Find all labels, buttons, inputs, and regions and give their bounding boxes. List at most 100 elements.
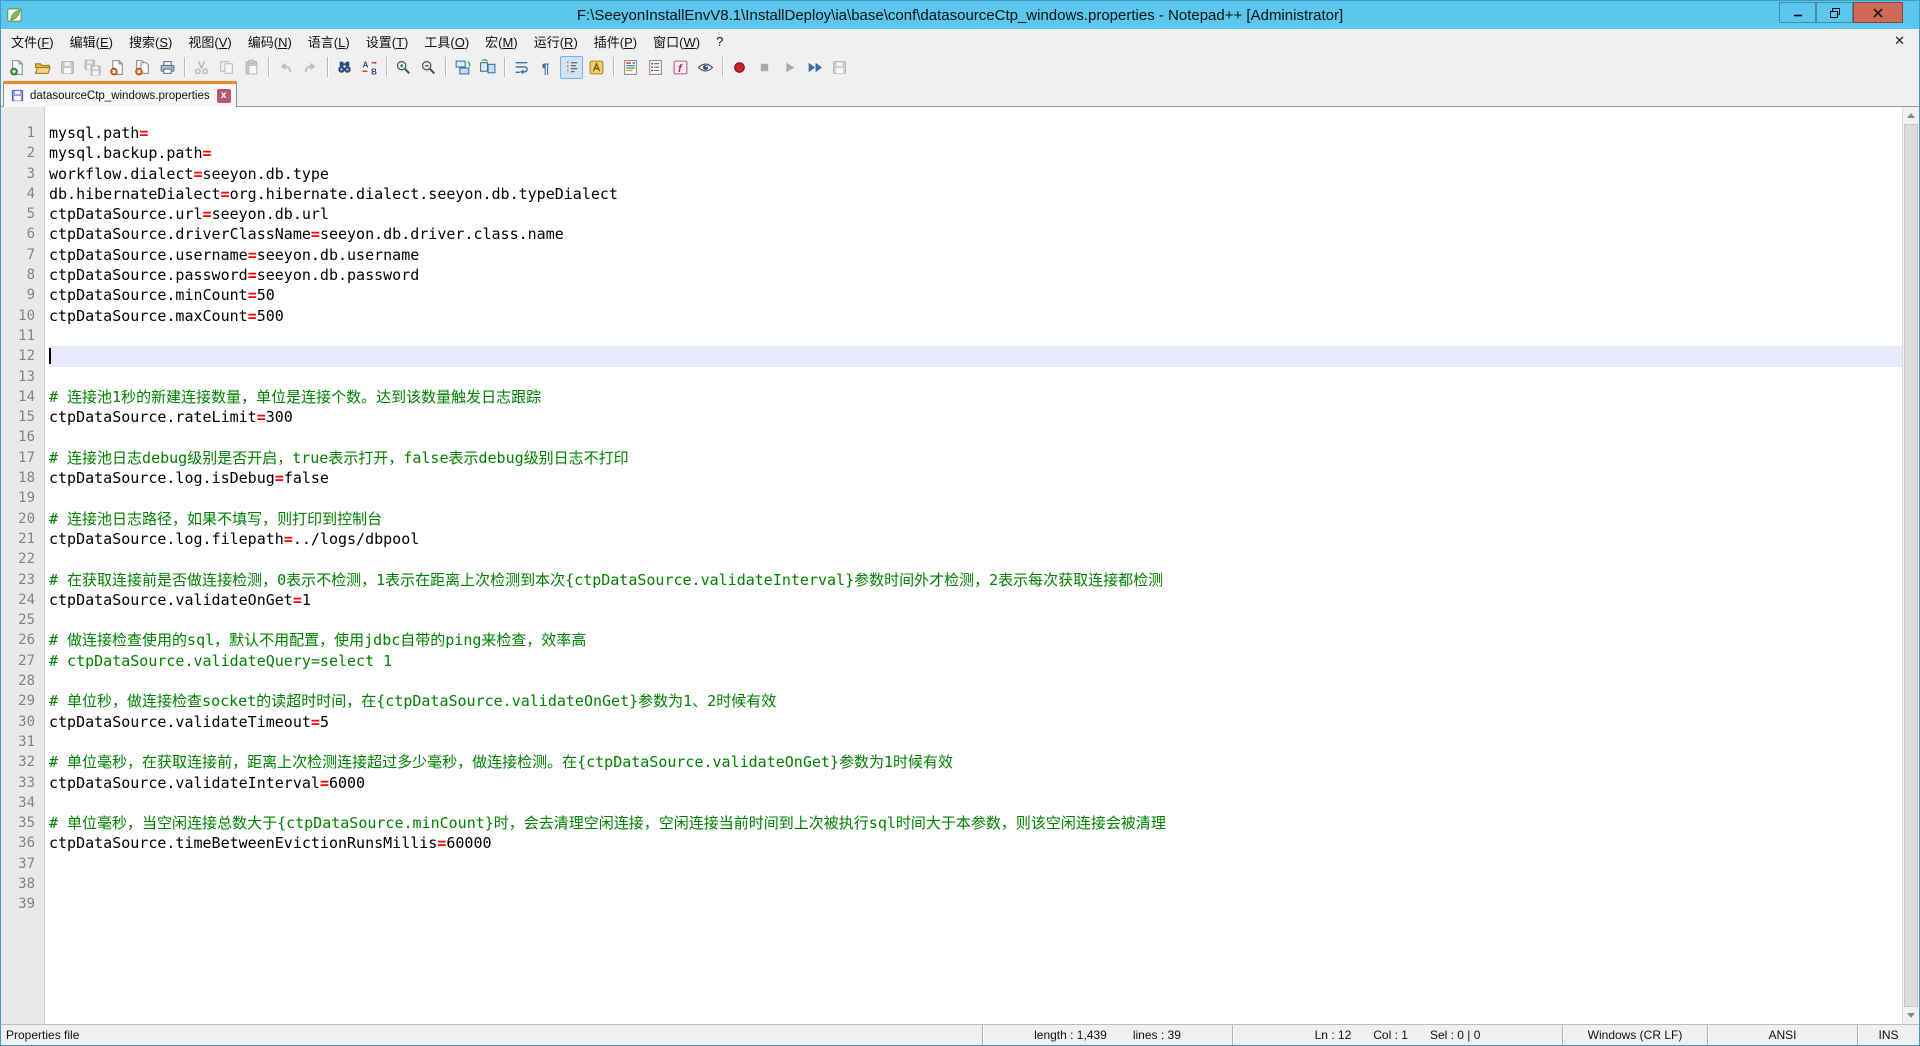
code-line-9[interactable]: ctpDataSource.minCount=50 — [49, 285, 1919, 305]
line-number-17[interactable]: 17 — [1, 448, 44, 468]
line-number-21[interactable]: 21 — [1, 529, 44, 549]
code-line-4[interactable]: db.hibernateDialect=org.hibernate.dialec… — [49, 184, 1919, 204]
line-number-29[interactable]: 29 — [1, 691, 44, 711]
code-line-12[interactable] — [49, 346, 1919, 366]
replace-button[interactable]: AB — [358, 56, 381, 79]
line-number-14[interactable]: 14 — [1, 387, 44, 407]
line-number-9[interactable]: 9 — [1, 285, 44, 305]
code-line-5[interactable]: ctpDataSource.url=seeyon.db.url — [49, 204, 1919, 224]
line-number-19[interactable]: 19 — [1, 488, 44, 508]
code-line-18[interactable]: ctpDataSource.log.isDebug=false — [49, 468, 1919, 488]
close-file-button[interactable] — [106, 56, 129, 79]
code-line-10[interactable]: ctpDataSource.maxCount=500 — [49, 306, 1919, 326]
macro-run-multiple-button[interactable] — [803, 56, 826, 79]
line-number-2[interactable]: 2 — [1, 143, 44, 163]
menu-item-macro[interactable]: 宏(M) — [477, 29, 526, 54]
line-number-36[interactable]: 36 — [1, 833, 44, 853]
menu-item-settings[interactable]: 设置(T) — [358, 29, 417, 54]
vertical-scrollbar[interactable] — [1902, 107, 1919, 1024]
sync-horizontal-scroll-button[interactable] — [476, 56, 499, 79]
line-number-37[interactable]: 37 — [1, 854, 44, 874]
code-line-2[interactable]: mysql.backup.path= — [49, 143, 1919, 163]
line-number-4[interactable]: 4 — [1, 184, 44, 204]
line-number-28[interactable]: 28 — [1, 671, 44, 691]
line-number-38[interactable]: 38 — [1, 874, 44, 894]
macro-record-button[interactable] — [728, 56, 751, 79]
line-number-35[interactable]: 35 — [1, 813, 44, 833]
line-number-27[interactable]: 27 — [1, 651, 44, 671]
code-line-23[interactable]: # 在获取连接前是否做连接检测，0表示不检测，1表示在距离上次检测到本次{ctp… — [49, 570, 1919, 590]
new-file-button[interactable] — [6, 56, 29, 79]
line-number-26[interactable]: 26 — [1, 630, 44, 650]
line-number-24[interactable]: 24 — [1, 590, 44, 610]
line-number-5[interactable]: 5 — [1, 204, 44, 224]
line-number-13[interactable]: 13 — [1, 367, 44, 387]
word-wrap-button[interactable] — [510, 56, 533, 79]
show-indent-guide-button[interactable] — [560, 56, 583, 79]
close-button[interactable] — [1853, 2, 1903, 23]
line-number-1[interactable]: 1 — [1, 123, 44, 143]
code-line-21[interactable]: ctpDataSource.log.filepath=../logs/dbpoo… — [49, 529, 1919, 549]
code-line-6[interactable]: ctpDataSource.driverClassName=seeyon.db.… — [49, 224, 1919, 244]
scroll-down-arrow-icon[interactable] — [1907, 1013, 1915, 1018]
line-number-3[interactable]: 3 — [1, 164, 44, 184]
code-area[interactable]: mysql.path=mysql.backup.path=workflow.di… — [45, 107, 1919, 1024]
menu-item-view[interactable]: 视图(V) — [180, 29, 239, 54]
scrollbar-thumb[interactable] — [1904, 124, 1918, 1007]
status-eol-format[interactable]: Windows (CR LF) — [1562, 1025, 1707, 1045]
code-line-31[interactable] — [49, 732, 1919, 752]
code-line-34[interactable] — [49, 793, 1919, 813]
code-line-33[interactable]: ctpDataSource.validateInterval=6000 — [49, 773, 1919, 793]
code-line-26[interactable]: # 做连接检查使用的sql，默认不用配置，使用jdbc自带的ping来检查，效率… — [49, 630, 1919, 650]
code-line-38[interactable] — [49, 874, 1919, 894]
code-line-19[interactable] — [49, 488, 1919, 508]
line-number-25[interactable]: 25 — [1, 610, 44, 630]
line-number-16[interactable]: 16 — [1, 427, 44, 447]
code-line-29[interactable]: # 单位秒，做连接检查socket的读超时时间，在{ctpDataSource.… — [49, 691, 1919, 711]
define-language-button[interactable] — [585, 56, 608, 79]
code-line-27[interactable]: # ctpDataSource.validateQuery=select 1 — [49, 651, 1919, 671]
zoom-out-button[interactable] — [417, 56, 440, 79]
open-file-button[interactable] — [31, 56, 54, 79]
code-line-11[interactable] — [49, 326, 1919, 346]
code-line-39[interactable] — [49, 894, 1919, 914]
line-number-11[interactable]: 11 — [1, 326, 44, 346]
code-line-17[interactable]: # 连接池日志debug级别是否开启，true表示打开，false表示debug… — [49, 448, 1919, 468]
code-line-28[interactable] — [49, 671, 1919, 691]
code-line-8[interactable]: ctpDataSource.password=seeyon.db.passwor… — [49, 265, 1919, 285]
code-line-32[interactable]: # 单位毫秒，在获取连接前，距离上次检测连接超过多少毫秒，做连接检测。在{ctp… — [49, 752, 1919, 772]
close-all-button[interactable] — [131, 56, 154, 79]
line-number-32[interactable]: 32 — [1, 752, 44, 772]
line-number-12[interactable]: 12 — [1, 346, 44, 366]
menu-item-tools[interactable]: 工具(O) — [416, 29, 477, 54]
tab-close-icon[interactable]: x — [217, 89, 231, 103]
status-encoding[interactable]: ANSI — [1707, 1025, 1857, 1045]
code-line-25[interactable] — [49, 610, 1919, 630]
code-line-37[interactable] — [49, 854, 1919, 874]
line-number-7[interactable]: 7 — [1, 245, 44, 265]
menu-item-search[interactable]: 搜索(S) — [121, 29, 180, 54]
code-line-24[interactable]: ctpDataSource.validateOnGet=1 — [49, 590, 1919, 610]
menubar-close-document-icon[interactable]: ✕ — [1890, 33, 1909, 49]
code-line-3[interactable]: workflow.dialect=seeyon.db.type — [49, 164, 1919, 184]
menu-item-plugins[interactable]: 插件(P) — [586, 29, 645, 54]
code-line-16[interactable] — [49, 427, 1919, 447]
line-number-31[interactable]: 31 — [1, 732, 44, 752]
line-number-33[interactable]: 33 — [1, 773, 44, 793]
code-line-15[interactable]: ctpDataSource.rateLimit=300 — [49, 407, 1919, 427]
code-line-14[interactable]: # 连接池1秒的新建连接数量，单位是连接个数。达到该数量触发日志跟踪 — [49, 387, 1919, 407]
code-line-1[interactable]: mysql.path= — [49, 123, 1919, 143]
file-monitoring-button[interactable] — [694, 56, 717, 79]
menu-item-window[interactable]: 窗口(W) — [645, 29, 708, 54]
sync-vertical-scroll-button[interactable] — [451, 56, 474, 79]
minimize-button[interactable] — [1779, 2, 1816, 23]
document-list-button[interactable] — [644, 56, 667, 79]
code-line-35[interactable]: # 单位毫秒，当空闲连接总数大于{ctpDataSource.minCount}… — [49, 813, 1919, 833]
menu-item-file[interactable]: 文件(F) — [3, 29, 62, 54]
code-line-7[interactable]: ctpDataSource.username=seeyon.db.usernam… — [49, 245, 1919, 265]
function-list-button[interactable]: f — [669, 56, 692, 79]
line-number-23[interactable]: 23 — [1, 570, 44, 590]
zoom-in-button[interactable] — [392, 56, 415, 79]
scroll-up-arrow-icon[interactable] — [1903, 107, 1919, 124]
menu-item-edit[interactable]: 编辑(E) — [62, 29, 121, 54]
